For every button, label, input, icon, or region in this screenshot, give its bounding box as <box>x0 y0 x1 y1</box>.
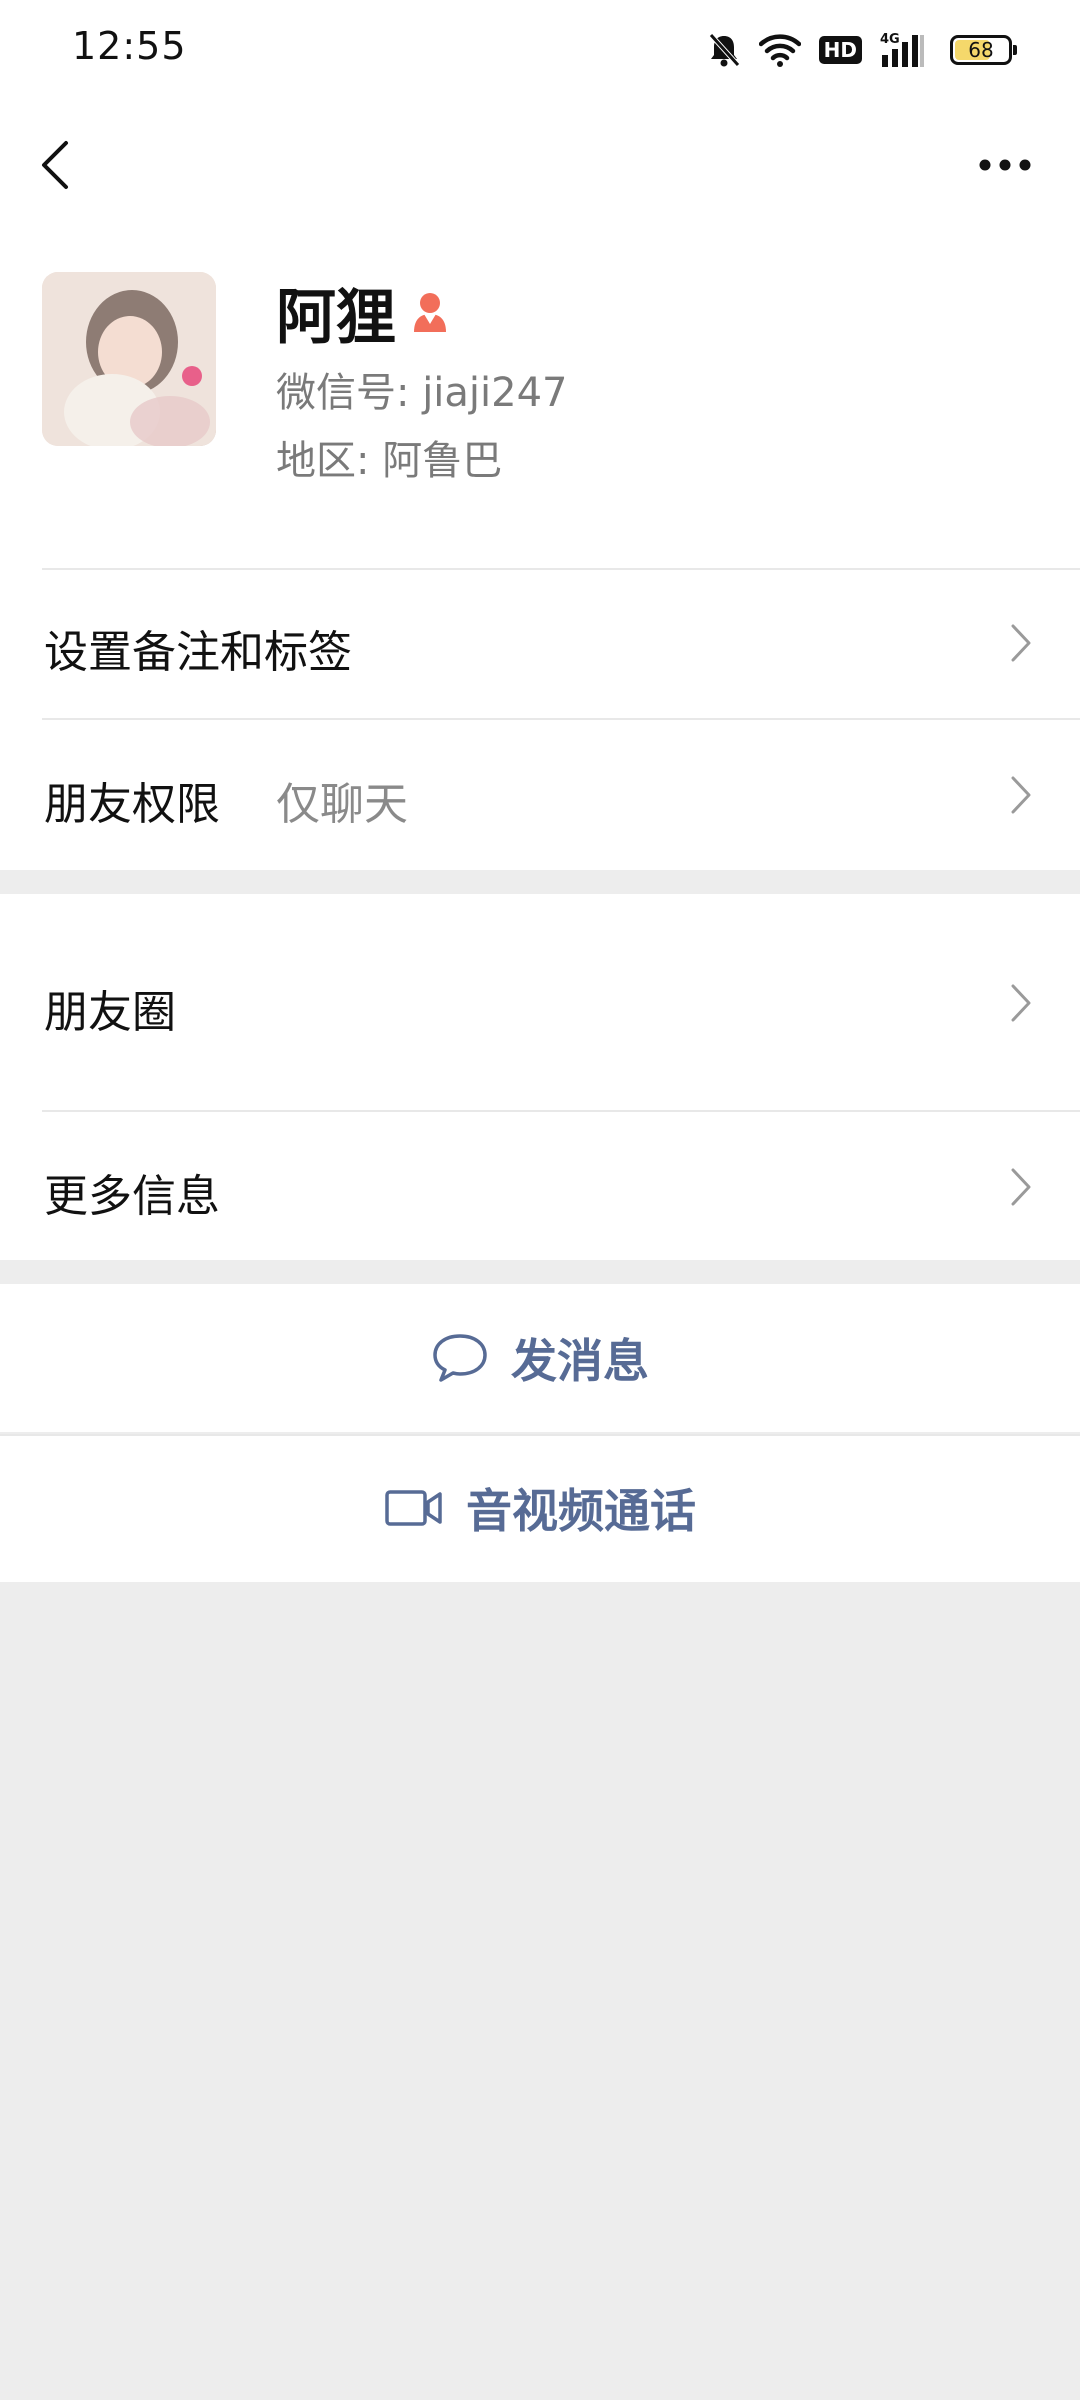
send-message-button[interactable]: 发消息 <box>0 1284 1080 1432</box>
chevron-right-icon <box>1006 980 1036 1026</box>
status-icons: HD 4G 68 <box>707 26 1017 74</box>
chevron-right-icon <box>1006 1164 1036 1210</box>
divider <box>42 568 1080 570</box>
row-label: 更多信息 <box>44 1171 220 1222</box>
status-bar: 12:55 HD 4G 68 <box>0 0 1080 100</box>
divider <box>42 718 1080 720</box>
cell-signal-icon: 4G <box>880 31 926 69</box>
wechat-id: 微信号: jiaji247 <box>276 370 568 416</box>
divider <box>0 1434 1080 1436</box>
row-value: 仅聊天 <box>276 779 408 830</box>
chat-bubble-icon <box>431 1332 489 1384</box>
avatar-image <box>42 272 216 446</box>
row-more-info[interactable]: 更多信息 <box>0 1110 1080 1260</box>
more-button[interactable] <box>970 140 1040 190</box>
row-moments[interactable]: 朋友圈 <box>0 894 1080 1110</box>
row-label: 设置备注和标签 <box>44 627 352 678</box>
female-icon <box>410 290 450 334</box>
send-message-label: 发消息 <box>511 1334 649 1388</box>
row-label: 朋友圈 <box>44 987 176 1038</box>
top-nav <box>0 100 1080 230</box>
chevron-right-icon <box>1006 772 1036 818</box>
divider <box>42 1110 1080 1112</box>
network-type: 4G <box>880 32 900 47</box>
avatar[interactable] <box>42 272 216 446</box>
profile-name: 阿狸 <box>276 282 396 353</box>
row-label: 朋友权限 <box>44 779 220 830</box>
ellipsis-icon <box>979 159 1031 171</box>
region: 地区: 阿鲁巴 <box>276 438 503 484</box>
battery-level: 68 <box>968 38 994 62</box>
battery-indicator: 68 <box>950 35 1017 65</box>
profile-header: 阿狸 微信号: jiaji247 地区: 阿鲁巴 <box>0 230 1080 568</box>
chevron-right-icon <box>1006 620 1036 666</box>
wifi-icon <box>758 33 801 67</box>
hd-badge: HD <box>818 36 862 64</box>
status-time: 12:55 <box>72 24 187 68</box>
video-camera-icon <box>384 1488 444 1528</box>
mute-bell-icon <box>707 32 741 68</box>
video-call-button[interactable]: 音视频通话 <box>0 1434 1080 1582</box>
chevron-left-icon <box>42 141 68 189</box>
profile-name-row: 阿狸 <box>276 272 450 353</box>
row-friend-permission[interactable]: 朋友权限 仅聊天 <box>0 718 1080 870</box>
back-button[interactable] <box>30 130 80 200</box>
video-call-label: 音视频通话 <box>466 1484 696 1538</box>
row-remark-tags[interactable]: 设置备注和标签 <box>0 568 1080 718</box>
